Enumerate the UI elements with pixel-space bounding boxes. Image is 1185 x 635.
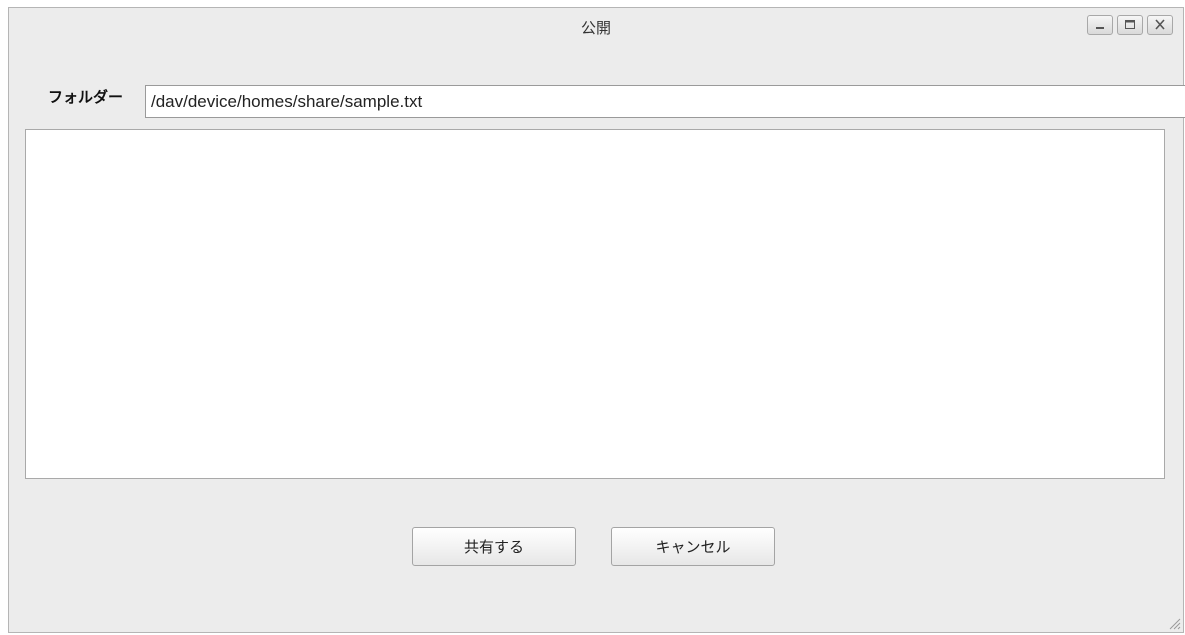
minimize-button[interactable] <box>1087 15 1113 35</box>
folder-label: フォルダー <box>48 88 124 106</box>
maximize-button[interactable] <box>1117 15 1143 35</box>
minimize-icon <box>1096 27 1104 29</box>
window-controls <box>1087 15 1173 35</box>
maximize-icon <box>1125 20 1135 29</box>
cancel-button[interactable]: キャンセル <box>611 527 775 566</box>
window-title: 公開 <box>580 19 611 37</box>
message-textarea[interactable] <box>25 129 1165 479</box>
close-button[interactable] <box>1147 15 1173 35</box>
resize-grip-icon[interactable] <box>1167 616 1181 630</box>
share-dialog: 公開 フォルダー 共有する キャンセル <box>8 7 1185 633</box>
title-bar[interactable]: 公開 <box>9 8 1183 44</box>
close-icon <box>1155 19 1165 30</box>
share-button[interactable]: 共有する <box>412 527 576 566</box>
folder-path-input[interactable] <box>145 85 1185 118</box>
